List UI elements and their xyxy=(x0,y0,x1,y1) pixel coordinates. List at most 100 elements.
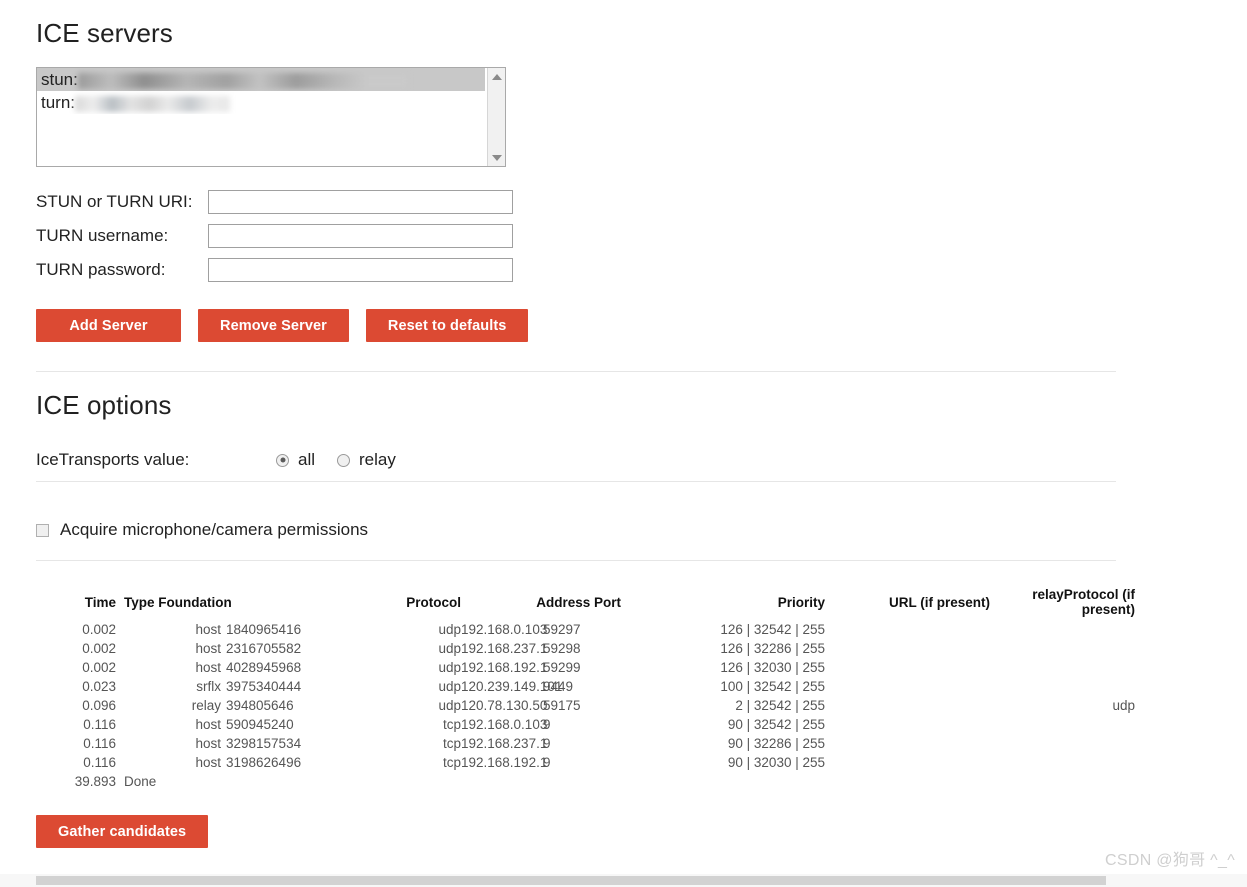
cell-time: 0.002 xyxy=(82,622,116,637)
cell-relay-protocol xyxy=(990,620,1135,639)
table-row: 0.002 host 1840965416 udp 192.168.0.103 … xyxy=(54,620,1135,639)
list-item[interactable]: stun: xyxy=(37,68,485,91)
ice-servers-option-list[interactable]: stun: turn: xyxy=(37,68,485,166)
cell-port: 9449 xyxy=(543,679,574,694)
cell-relay-protocol xyxy=(990,734,1135,753)
cell-address: 192.168.237.1 xyxy=(461,641,548,656)
gather-candidates-button[interactable]: Gather candidates xyxy=(36,815,209,848)
table-row-done: 39.893 Done xyxy=(54,772,1135,791)
table-row: 0.116 host 3298157534 tcp 192.168.237.1 … xyxy=(54,734,1135,753)
page-title-ice-servers: ICE servers xyxy=(36,18,173,48)
listbox-scrollbar[interactable] xyxy=(487,68,505,166)
label-turn-username: TURN username: xyxy=(36,226,169,245)
divider-after-ice-options xyxy=(36,481,1116,482)
cell-time: 0.116 xyxy=(83,717,116,732)
radio-option-relay[interactable]: relay xyxy=(337,450,396,470)
cell-address: 192.168.0.103 xyxy=(461,622,548,637)
cell-protocol: udp xyxy=(438,622,461,637)
col-header-protocol: Protocol xyxy=(406,594,461,610)
scroll-down-arrow-icon[interactable] xyxy=(488,149,505,166)
cell-relay-protocol xyxy=(990,658,1135,677)
table-row: 0.096 relay 394805646 udp 120.78.130.50 … xyxy=(54,696,1135,715)
label-stun-turn-uri: STUN or TURN URI: xyxy=(36,192,193,211)
label-icetransports-value: IceTransports value: xyxy=(36,450,190,469)
radio-icon-relay[interactable] xyxy=(337,453,351,467)
cell-address: 120.78.130.50 xyxy=(461,698,548,713)
col-header-time: Time xyxy=(84,594,116,610)
label-acquire-permissions: Acquire microphone/camera permissions xyxy=(60,520,369,539)
cell-foundation: 3198626496 xyxy=(226,755,302,770)
cell-priority: 100 | 32542 | 255 xyxy=(720,679,825,694)
cell-protocol: tcp xyxy=(442,755,461,770)
turn-password-input[interactable] xyxy=(208,258,513,282)
cell-time: 0.116 xyxy=(83,755,116,770)
cell-relay-protocol: udp xyxy=(1112,698,1135,713)
reset-to-defaults-button[interactable]: Reset to defaults xyxy=(365,309,529,342)
cell-time: 0.002 xyxy=(82,641,116,656)
cell-protocol: udp xyxy=(438,698,461,713)
cell-url xyxy=(825,734,990,753)
remove-server-button[interactable]: Remove Server xyxy=(198,309,349,342)
radio-option-all[interactable]: all xyxy=(276,450,315,470)
cell-url xyxy=(825,696,990,715)
cell-protocol: udp xyxy=(438,641,461,656)
turn-username-input[interactable] xyxy=(208,224,513,248)
page-title-ice-options: ICE options xyxy=(36,390,172,420)
cell-time-done: 39.893 xyxy=(74,774,116,789)
cell-address: 192.168.237.1 xyxy=(461,736,548,751)
checkbox-acquire-permissions[interactable] xyxy=(36,523,49,537)
scrollbar-thumb[interactable] xyxy=(36,876,1106,885)
candidates-table-wrap: Time Type Foundation Protocol Address Po… xyxy=(36,587,1211,791)
cell-port: 59175 xyxy=(543,698,581,713)
form-row-username: TURN username: xyxy=(36,219,1211,253)
form-row-uri: STUN or TURN URI: xyxy=(36,185,1211,219)
page-root: ICE servers stun: turn: STUN or TURN URI… xyxy=(0,0,1247,848)
cell-url xyxy=(825,620,990,639)
acquire-permissions-row[interactable]: Acquire microphone/camera permissions xyxy=(36,512,1211,548)
cell-foundation: 394805646 xyxy=(226,698,294,713)
col-header-priority: Priority xyxy=(777,594,825,610)
cell-done-label: Done xyxy=(124,774,157,789)
cell-type: host xyxy=(195,717,221,732)
cell-relay-protocol xyxy=(990,753,1135,772)
ice-servers-listbox[interactable]: stun: turn: xyxy=(36,67,506,167)
table-row: 0.023 srflx 3975340444 udp 120.239.149.1… xyxy=(54,677,1135,696)
cell-foundation: 590945240 xyxy=(226,717,294,732)
cell-foundation: 4028945968 xyxy=(226,660,302,675)
table-row: 0.002 host 2316705582 udp 192.168.237.1 … xyxy=(54,639,1135,658)
cell-protocol: udp xyxy=(438,679,461,694)
cell-protocol: udp xyxy=(438,660,461,675)
cell-priority: 126 | 32542 | 255 xyxy=(720,622,825,637)
cell-priority: 90 | 32030 | 255 xyxy=(727,755,825,770)
col-header-url: URL (if present) xyxy=(888,594,990,610)
cell-priority: 126 | 32030 | 255 xyxy=(720,660,825,675)
page-horizontal-scrollbar[interactable] xyxy=(0,874,1247,887)
list-item[interactable]: turn: xyxy=(37,91,485,114)
candidates-table-head: Time Type Foundation Protocol Address Po… xyxy=(54,587,1135,620)
cell-time: 0.002 xyxy=(82,660,116,675)
candidates-table-body: 0.002 host 1840965416 udp 192.168.0.103 … xyxy=(54,620,1135,791)
watermark-text: CSDN @狗哥 ^_^ xyxy=(1105,852,1235,869)
radio-label-all: all xyxy=(298,450,316,469)
cell-url xyxy=(825,639,990,658)
cell-type: host xyxy=(195,622,221,637)
scroll-up-arrow-icon[interactable] xyxy=(488,68,505,85)
cell-type: host xyxy=(195,755,221,770)
cell-relay-protocol xyxy=(990,639,1135,658)
cell-url xyxy=(825,715,990,734)
cell-type: host xyxy=(195,641,221,656)
cell-priority: 90 | 32542 | 255 xyxy=(727,717,825,732)
cell-protocol: tcp xyxy=(442,736,461,751)
radio-icon-all[interactable] xyxy=(276,453,289,467)
cell-type: srflx xyxy=(196,679,221,694)
table-row: 0.116 host 590945240 tcp 192.168.0.103 9… xyxy=(54,715,1135,734)
cell-foundation: 1840965416 xyxy=(226,622,302,637)
cell-port: 59298 xyxy=(543,641,581,656)
col-header-type-foundation: Type Foundation xyxy=(124,594,232,610)
stun-turn-uri-input[interactable] xyxy=(208,190,513,214)
cell-address: 120.239.149.101 xyxy=(461,679,563,694)
cell-time: 0.096 xyxy=(82,698,116,713)
cell-type: host xyxy=(195,736,221,751)
add-server-button[interactable]: Add Server xyxy=(36,309,181,342)
cell-port: 9 xyxy=(543,717,551,732)
